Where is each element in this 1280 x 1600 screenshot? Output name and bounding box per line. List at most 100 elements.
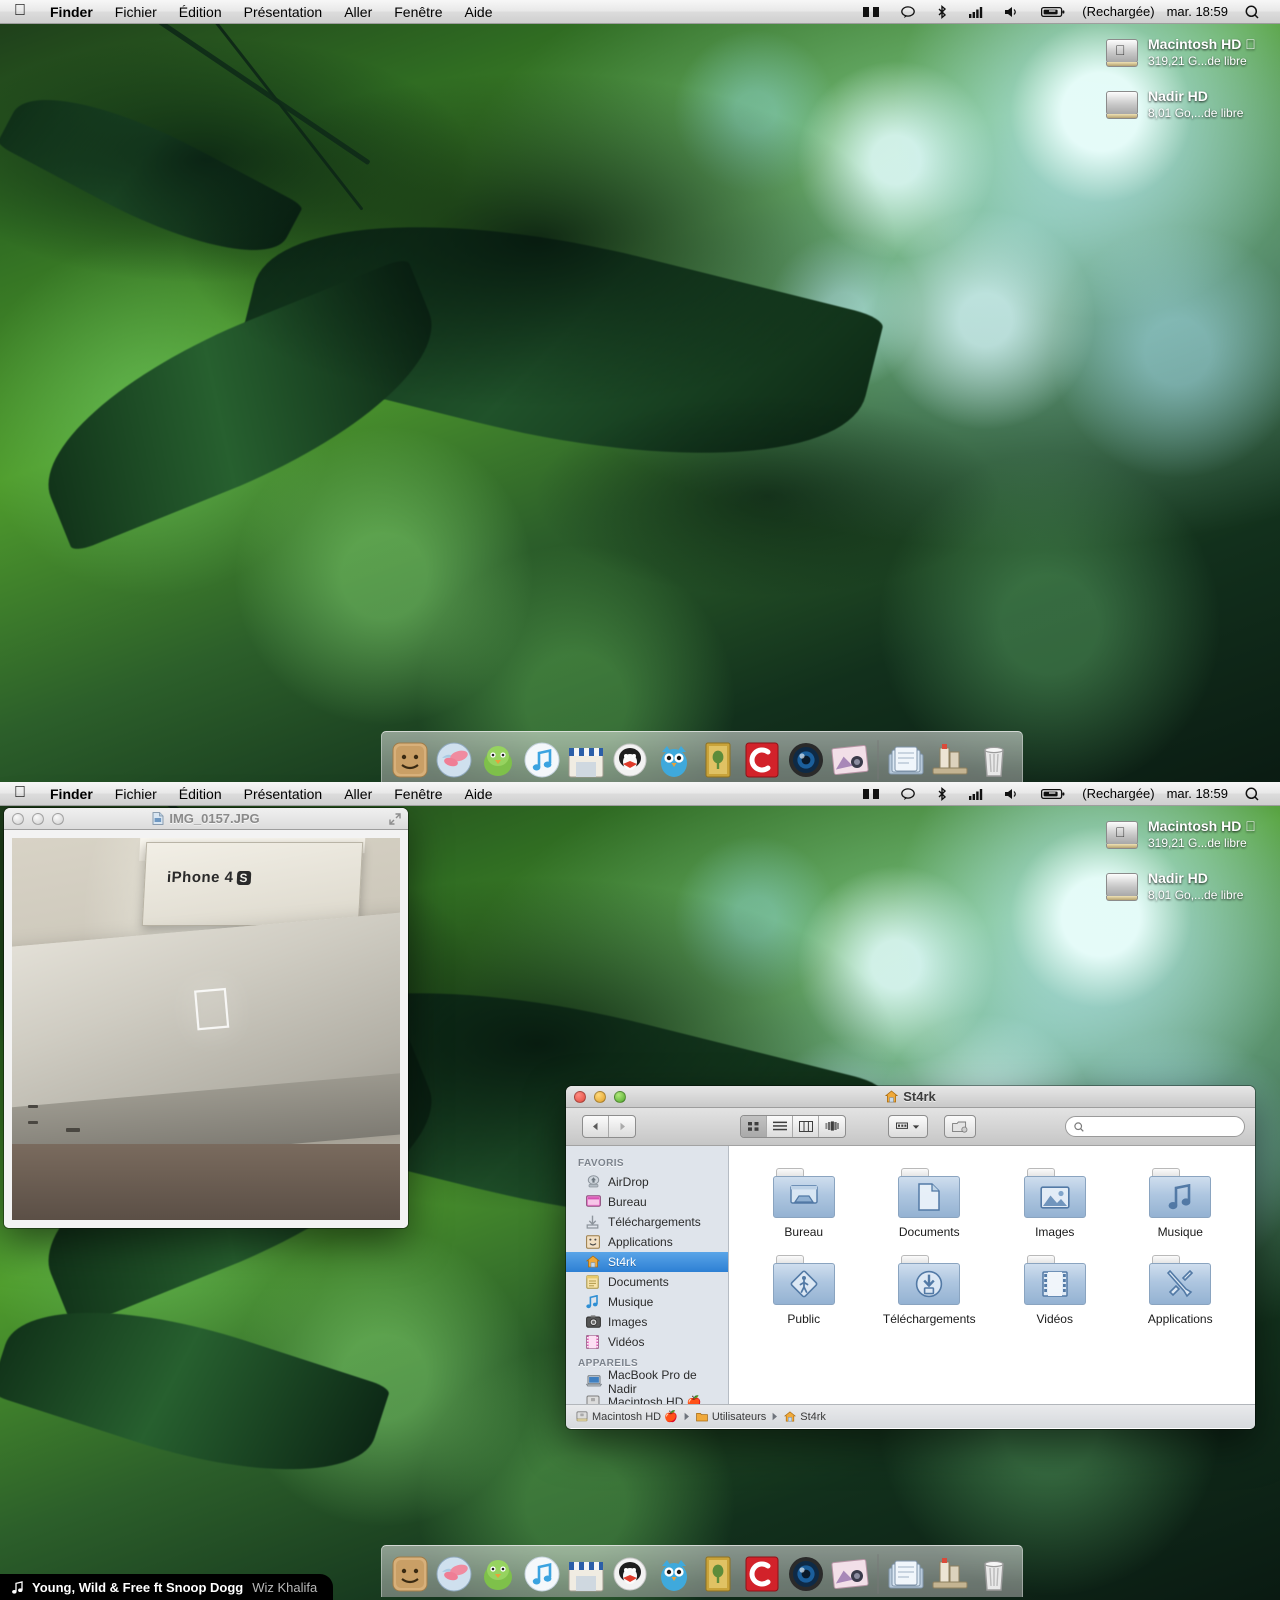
finder-item[interactable]: Applications (1118, 1255, 1244, 1326)
menu-item-finder[interactable]: Finder (39, 786, 104, 802)
dock-item-photo-booth[interactable] (786, 1554, 826, 1594)
sidebar-item-airdrop[interactable]: AirDrop (566, 1172, 728, 1192)
dock-item-coda[interactable] (742, 740, 782, 780)
icon-view-button[interactable] (741, 1116, 767, 1137)
dock-item-evernote[interactable] (698, 740, 738, 780)
path-crumb[interactable]: Macintosh HD 🍎 (576, 1410, 678, 1423)
menu-item-fichier[interactable]: Fichier (104, 4, 168, 20)
desktop-drive-nadir-hd-bottom[interactable]: Nadir HD 8,01 Go,...de libre (1104, 870, 1243, 903)
sidebar-item-images[interactable]: Images (566, 1312, 728, 1332)
dock-item-downloads-stack[interactable] (930, 740, 970, 780)
dock-item-evernote[interactable] (698, 1554, 738, 1594)
preview-window[interactable]: IMG_0157.JPG iPhone 4S  (4, 808, 408, 1228)
dock-item-trash[interactable] (974, 740, 1014, 780)
wifi-icon[interactable] (958, 6, 994, 18)
desktop-drive-macintosh-hd-top[interactable]:  Macintosh HD  319,21 G...de libre (1104, 36, 1256, 69)
dock-item-penguin-app[interactable] (610, 740, 650, 780)
spotlight-icon[interactable] (1234, 787, 1270, 801)
sidebar-item-musique[interactable]: Musique (566, 1292, 728, 1312)
finder-item[interactable]: Téléchargements (867, 1255, 993, 1326)
volume-icon[interactable] (994, 6, 1030, 18)
menu-item-finder[interactable]: Finder (39, 4, 104, 20)
menu-item-edition[interactable]: Édition (168, 786, 233, 802)
finder-icon-grid[interactable]: Bureau Documents Images Musique Public Téléch… (729, 1146, 1255, 1326)
menu-item-fenetre[interactable]: Fenêtre (383, 786, 453, 802)
desktop-drive-nadir-hd-top[interactable]: Nadir HD 8,01 Go,...de libre (1104, 88, 1243, 121)
menu-item-fichier[interactable]: Fichier (104, 786, 168, 802)
dock-bottom[interactable] (381, 1545, 1023, 1597)
dock-item-twitter-bird-app[interactable] (478, 740, 518, 780)
bluetooth-icon[interactable] (926, 4, 958, 19)
finder-item[interactable]: Documents (867, 1168, 993, 1239)
clock-label[interactable]: mar. 18:59 (1161, 4, 1234, 19)
close-button[interactable] (574, 1090, 586, 1103)
sidebar-item-applications[interactable]: Applications (566, 1232, 728, 1252)
menu-bar-top[interactable]:  Finder Fichier Édition Présentation Al… (0, 0, 1280, 24)
finder-item[interactable]: Bureau (741, 1168, 867, 1239)
airplay-icon[interactable] (852, 6, 890, 18)
sidebar-item-macbook-pro-de-nadir[interactable]: MacBook Pro de Nadir (566, 1368, 728, 1396)
finder-content[interactable]: Bureau Documents Images Musique Public Téléch… (729, 1146, 1255, 1404)
path-crumb[interactable]: St4rk (784, 1411, 826, 1423)
battery-icon[interactable] (1030, 6, 1076, 18)
dock-item-penguin-app[interactable] (610, 1554, 650, 1594)
finder-item[interactable]: Musique (1118, 1168, 1244, 1239)
search-input[interactable] (1065, 1116, 1245, 1137)
dock-item-documents-stack[interactable] (886, 740, 926, 780)
finder-toolbar[interactable] (566, 1108, 1255, 1146)
back-arrow-icon[interactable] (583, 1116, 609, 1137)
chat-bubble-icon[interactable] (890, 5, 926, 18)
finder-sidebar[interactable]: FAVORIS AirDrop Bureau Téléchargements Appli… (566, 1146, 729, 1404)
spotlight-icon[interactable] (1234, 5, 1270, 19)
sidebar-item-st4rk[interactable]: St4rk (566, 1252, 728, 1272)
minimize-button[interactable] (32, 812, 44, 825)
forward-arrow-icon[interactable] (609, 1116, 635, 1137)
path-crumb[interactable]: Utilisateurs (696, 1411, 766, 1423)
menu-item-aide[interactable]: Aide (453, 786, 503, 802)
apple-menu-icon[interactable]:  (14, 2, 39, 21)
dock-item-twitter-bird-app[interactable] (478, 1554, 518, 1594)
chat-bubble-icon[interactable] (890, 787, 926, 800)
dock-item-photo-booth[interactable] (786, 740, 826, 780)
sidebar-item-documents[interactable]: Documents (566, 1272, 728, 1292)
navigation-buttons[interactable] (582, 1115, 636, 1138)
dock-item-iphoto[interactable] (830, 740, 870, 780)
dock-item-dashboard[interactable] (434, 1554, 474, 1594)
dock-item-owl-app[interactable] (654, 1554, 694, 1594)
finder-titlebar[interactable]: St4rk (566, 1086, 1255, 1108)
dock-item-downloads-stack[interactable] (930, 1554, 970, 1594)
apple-menu-icon[interactable]:  (14, 784, 39, 803)
airplay-icon[interactable] (852, 788, 890, 800)
dock-item-documents-stack[interactable] (886, 1554, 926, 1594)
now-playing-bar[interactable]: Young, Wild & Free ft Snoop Dogg Wiz Kha… (0, 1574, 334, 1600)
dock-item-iphoto[interactable] (830, 1554, 870, 1594)
bluetooth-icon[interactable] (926, 786, 958, 801)
dock-item-app-store[interactable] (566, 740, 606, 780)
battery-icon[interactable] (1030, 788, 1076, 800)
finder-path-bar[interactable]: Macintosh HD 🍎 Utilisateurs St4rk (566, 1404, 1255, 1428)
menu-item-aller[interactable]: Aller (333, 4, 383, 20)
dock-top[interactable] (381, 731, 1023, 783)
dock-item-itunes[interactable] (522, 1554, 562, 1594)
sidebar-item-vid-os[interactable]: Vidéos (566, 1332, 728, 1352)
preview-titlebar[interactable]: IMG_0157.JPG (4, 808, 408, 830)
zoom-button[interactable] (52, 812, 64, 825)
finder-item[interactable]: Images (992, 1168, 1118, 1239)
menu-item-aller[interactable]: Aller (333, 786, 383, 802)
search-field[interactable] (1089, 1120, 1236, 1133)
list-view-button[interactable] (767, 1116, 793, 1137)
dock-item-itunes[interactable] (522, 740, 562, 780)
menu-item-presentation[interactable]: Présentation (233, 4, 334, 20)
fullscreen-icon[interactable] (389, 812, 408, 825)
menu-item-fenetre[interactable]: Fenêtre (383, 4, 453, 20)
dock-item-owl-app[interactable] (654, 740, 694, 780)
wifi-icon[interactable] (958, 788, 994, 800)
sidebar-item-t-l-chargements[interactable]: Téléchargements (566, 1212, 728, 1232)
menu-bar-bottom[interactable]:  Finder Fichier Édition Présentation Al… (0, 782, 1280, 806)
menu-item-aide[interactable]: Aide (453, 4, 503, 20)
dock-item-dashboard[interactable] (434, 740, 474, 780)
finder-item[interactable]: Vidéos (992, 1255, 1118, 1326)
desktop-drive-macintosh-hd-bottom[interactable]:  Macintosh HD  319,21 G...de libre (1104, 818, 1256, 851)
dock-item-finder[interactable] (390, 740, 430, 780)
dock-item-coda[interactable] (742, 1554, 782, 1594)
